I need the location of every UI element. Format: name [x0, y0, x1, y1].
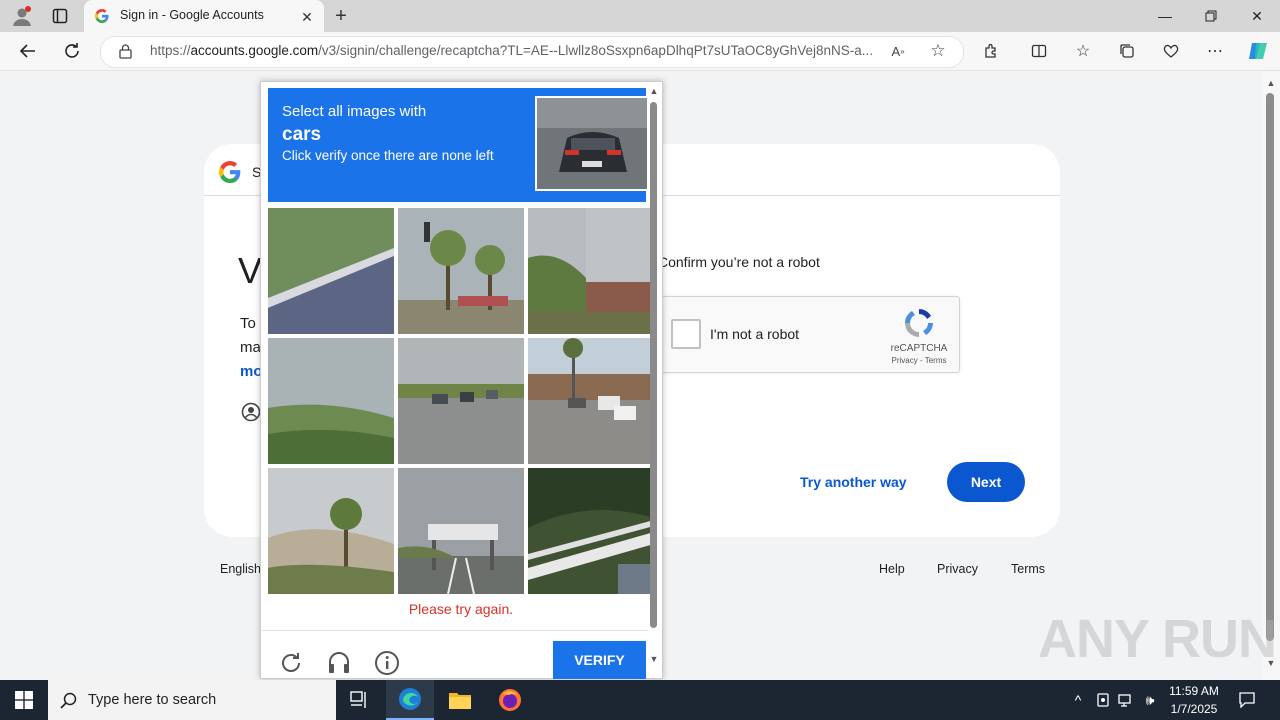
windows-start-icon[interactable] — [0, 680, 48, 720]
footer-terms-link[interactable]: Terms — [1011, 562, 1045, 576]
network-icon[interactable] — [1116, 690, 1136, 710]
recaptcha-privacy-terms[interactable]: Privacy - Terms — [884, 356, 954, 365]
page-scroll-up-icon[interactable]: ▲ — [1265, 77, 1277, 89]
captcha-tile-9[interactable] — [528, 468, 654, 594]
recaptcha-logo-icon — [900, 304, 938, 342]
lock-icon[interactable] — [116, 42, 134, 60]
minimize-icon[interactable]: — — [1142, 0, 1188, 32]
collections-icon[interactable] — [1116, 41, 1138, 61]
captcha-tile-7[interactable] — [268, 468, 394, 594]
firefox-icon[interactable] — [486, 680, 534, 720]
restore-icon[interactable] — [1188, 0, 1234, 32]
captcha-tile-6[interactable] — [528, 338, 654, 464]
captcha-tile-5[interactable] — [398, 338, 524, 464]
popup-scroll-thumb[interactable] — [650, 102, 657, 628]
page-scrollbar[interactable]: ▲ ▼ — [1262, 71, 1280, 680]
copilot-icon[interactable] — [1246, 40, 1270, 62]
read-aloud-icon[interactable]: A» — [888, 42, 908, 60]
volume-icon[interactable]: 🕪 — [1140, 690, 1160, 710]
task-view-icon[interactable] — [336, 680, 384, 720]
profile-avatar-icon[interactable] — [8, 4, 36, 28]
extensions-icon[interactable] — [980, 41, 1002, 61]
next-button[interactable]: Next — [947, 462, 1025, 502]
url-text[interactable]: https://accounts.google.com/v3/signin/ch… — [150, 43, 882, 58]
search-icon — [58, 690, 78, 710]
card-heading: V — [238, 250, 263, 291]
popup-scroll-down-icon[interactable]: ▼ — [648, 652, 660, 666]
recaptcha-brand: reCAPTCHA — [890, 343, 948, 354]
captcha-target-word: cars — [282, 124, 322, 145]
browser-essentials-icon[interactable] — [1160, 41, 1182, 61]
card-body-line1: To — [240, 315, 256, 332]
edge-taskbar-icon[interactable] — [386, 680, 434, 720]
captcha-tile-2[interactable] — [398, 208, 524, 334]
captcha-instruction-line3: Click verify once there are none left — [282, 148, 494, 163]
card-body-line2: ma — [240, 339, 261, 356]
captcha-tile-4[interactable] — [268, 338, 394, 464]
new-tab-icon[interactable]: + — [330, 5, 352, 27]
search-placeholder: Type here to search — [88, 692, 217, 708]
more-options-icon[interactable]: ⋯ — [1204, 41, 1226, 61]
clock-time[interactable]: 11:59 AM — [1164, 684, 1224, 698]
captcha-instruction-line1: Select all images with — [282, 103, 427, 120]
favorites-icon[interactable]: ☆ — [1072, 41, 1094, 61]
anyrun-watermark: ANY RUN — [1038, 609, 1277, 669]
footer-help-link[interactable]: Help — [879, 562, 905, 576]
file-explorer-icon[interactable] — [436, 680, 484, 720]
recaptcha-checkbox[interactable] — [671, 319, 701, 349]
refresh-icon[interactable] — [58, 38, 86, 64]
back-icon[interactable] — [14, 38, 42, 64]
reload-challenge-icon[interactable] — [278, 650, 304, 676]
captcha-tile-1[interactable] — [268, 208, 394, 334]
captcha-sample-image — [535, 96, 649, 191]
captcha-error-message: Please try again. — [408, 601, 514, 617]
verify-button[interactable]: VERIFY — [553, 641, 646, 679]
google-favicon-icon — [94, 8, 110, 24]
show-hidden-icons-icon[interactable]: ^ — [1068, 690, 1088, 710]
close-tab-icon[interactable]: ✕ — [298, 8, 316, 26]
captcha-popup-scrollbar[interactable]: ▲ ▼ — [648, 84, 660, 674]
captcha-tile-8[interactable] — [398, 468, 524, 594]
info-icon[interactable] — [373, 649, 401, 677]
split-screen-icon[interactable] — [1028, 41, 1050, 61]
try-another-way-button[interactable]: Try another way — [800, 474, 907, 490]
close-window-icon[interactable]: ✕ — [1234, 0, 1280, 32]
recaptcha-label: I'm not a robot — [710, 326, 800, 342]
confirm-robot-text: Confirm you’re not a robot — [658, 254, 820, 270]
audio-challenge-icon[interactable] — [326, 648, 352, 676]
clock-date[interactable]: 1/7/2025 — [1164, 702, 1224, 716]
footer-privacy-link[interactable]: Privacy — [937, 562, 978, 576]
page-scroll-thumb[interactable] — [1266, 93, 1274, 641]
tab-actions-icon[interactable] — [46, 4, 74, 28]
device-icon[interactable] — [1094, 690, 1112, 710]
popup-scroll-up-icon[interactable]: ▲ — [648, 84, 660, 98]
tab-title: Sign in - Google Accounts — [120, 8, 264, 22]
favorite-star-icon[interactable]: ☆ — [928, 41, 948, 60]
captcha-footer-divider — [262, 630, 648, 631]
account-circle-icon — [240, 401, 262, 423]
notifications-icon[interactable] — [1236, 688, 1258, 712]
language-selector[interactable]: English — [220, 562, 261, 576]
captcha-tile-3[interactable] — [528, 208, 654, 334]
google-logo-icon — [218, 160, 242, 184]
